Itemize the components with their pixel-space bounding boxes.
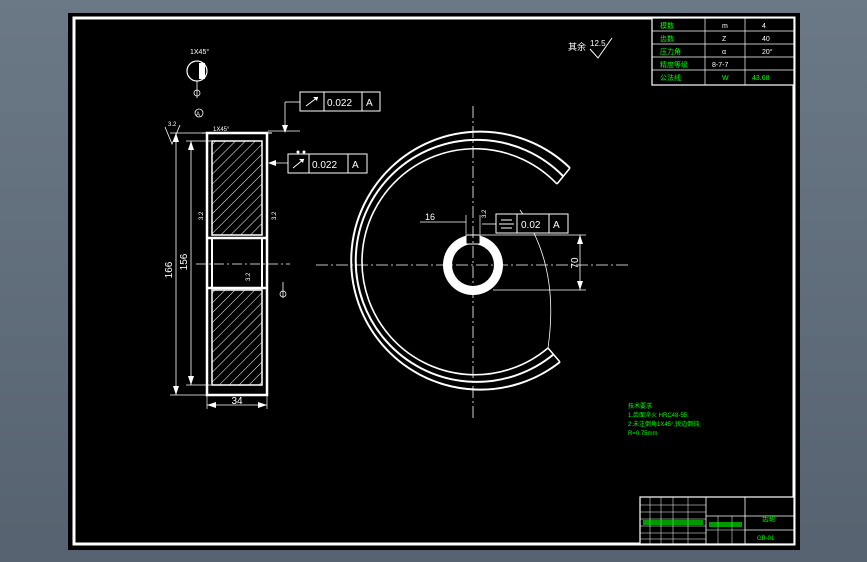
notes-title: 技术要求 bbox=[628, 402, 652, 410]
dim-keyway-depth: 70 bbox=[570, 257, 581, 269]
svg-text:0.022: 0.022 bbox=[327, 98, 352, 109]
svg-text:0.022: 0.022 bbox=[312, 160, 337, 171]
title-block-part-name: 齿轮 bbox=[762, 514, 776, 523]
svg-text:0.02: 0.02 bbox=[521, 220, 541, 231]
dim-root-diameter: 156 bbox=[179, 253, 190, 270]
svg-text:3.2: 3.2 bbox=[199, 211, 205, 220]
param-val-1: 4 bbox=[762, 23, 766, 30]
param-sym-1: m bbox=[722, 23, 728, 30]
chamfer-label: 1X45° bbox=[190, 48, 209, 56]
param-sym-5: W bbox=[722, 75, 729, 82]
svg-text:A: A bbox=[553, 220, 560, 231]
svg-text:12.5: 12.5 bbox=[590, 39, 606, 48]
param-val-2: 40 bbox=[762, 36, 770, 43]
param-name-4: 精度等级 bbox=[660, 60, 688, 69]
param-sym-3: α bbox=[722, 49, 726, 56]
svg-text:其余: 其余 bbox=[568, 41, 586, 52]
param-val-4: 8-7-7 bbox=[712, 62, 728, 69]
cad-drawing: 模数 m 4 齿数 Z 40 压力角 α 20° 精度等级 8-7-7 公法线 … bbox=[68, 13, 800, 550]
dim-width: 34 bbox=[231, 396, 243, 407]
param-name-3: 压力角 bbox=[660, 47, 681, 56]
param-sym-2: Z bbox=[722, 36, 727, 43]
datum-label-side: A bbox=[196, 112, 200, 118]
param-val-5: 43.68 bbox=[752, 75, 770, 82]
notes-line-3: R=0.75mm bbox=[628, 431, 658, 437]
notes-line-1: 1.齿面淬火 HRC48-55; bbox=[628, 411, 689, 419]
dim-keyway-width: 16 bbox=[425, 212, 435, 222]
drawing-sheet bbox=[68, 13, 800, 550]
param-name-1: 模数 bbox=[660, 21, 674, 30]
gear-parameter-table: 模数 m 4 齿数 Z 40 压力角 α 20° 精度等级 8-7-7 公法线 … bbox=[651, 17, 795, 86]
svg-text:3.2: 3.2 bbox=[246, 272, 252, 281]
param-name-5: 公法线 bbox=[660, 73, 681, 82]
param-val-3: 20° bbox=[762, 48, 773, 56]
svg-text:3.2: 3.2 bbox=[272, 211, 278, 220]
param-name-2: 齿数 bbox=[660, 34, 674, 43]
dim-outer-diameter: 166 bbox=[164, 261, 175, 278]
svg-text:A: A bbox=[366, 98, 373, 109]
title-block-code: GB-01 bbox=[757, 536, 775, 542]
svg-text:3.2: 3.2 bbox=[482, 209, 488, 218]
svg-text:1X45°: 1X45° bbox=[213, 127, 230, 133]
title-block: 齿轮 GB-01 bbox=[639, 496, 795, 545]
svg-text:A: A bbox=[352, 160, 359, 171]
ra-top: 3.2 bbox=[168, 122, 177, 128]
notes-line-2: 2.未注倒角1X45°,锐边倒钝; bbox=[628, 420, 701, 428]
